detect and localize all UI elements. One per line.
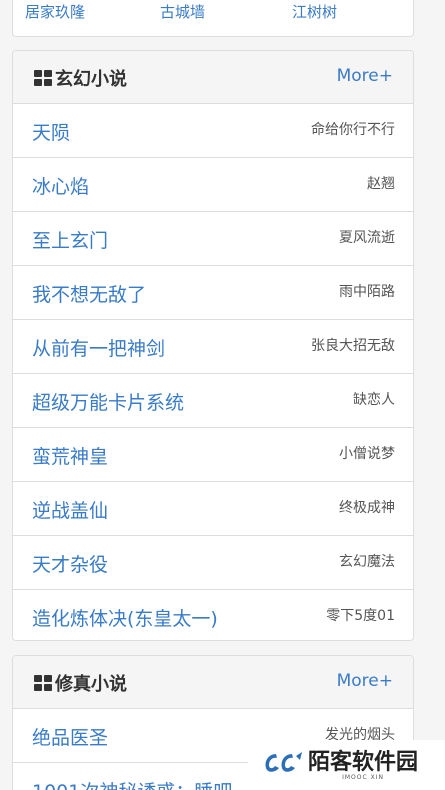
list-item[interactable]: 冰心焰 赵翘 <box>13 158 413 212</box>
list-item[interactable]: 我不想无敌了 雨中陌路 <box>13 266 413 320</box>
section-xuanhuan: 玄幻小说 More+ 天陨 命给你行不行 冰心焰 赵翘 至上玄门 夏风流逝 我不… <box>12 50 414 641</box>
book-author: 命给你行不行 <box>311 122 395 138</box>
book-author: 雨中陌路 <box>339 284 395 300</box>
list-item[interactable]: 蛮荒神皇 小僧说梦 <box>13 428 413 482</box>
list-item[interactable]: 至上玄门 夏风流逝 <box>13 212 413 266</box>
book-title-link[interactable]: 天才杂役 <box>32 550 108 577</box>
more-link[interactable]: More+ <box>337 671 393 691</box>
top-link-1[interactable]: 居家玖隆 <box>25 1 85 22</box>
book-title-link[interactable]: 1001次神秘诱惑：睡吧 <box>32 777 232 790</box>
top-link-2[interactable]: 古城墙 <box>160 1 205 22</box>
book-title-link[interactable]: 蛮荒神皇 <box>32 442 108 469</box>
section-title-text: 玄幻小说 <box>55 69 127 90</box>
section-header: 修真小说 More+ <box>13 656 413 709</box>
list-item[interactable]: 从前有一把神剑 张良大招无敌 <box>13 320 413 374</box>
book-author: 赵翘 <box>367 176 395 192</box>
book-title-link[interactable]: 逆战盖仙 <box>32 496 108 523</box>
book-title-link[interactable]: 至上玄门 <box>32 226 108 253</box>
list-item[interactable]: 天才杂役 玄幻魔法 <box>13 536 413 590</box>
grid-icon <box>34 675 52 691</box>
book-author: 缺恋人 <box>353 392 395 408</box>
watermark-text: 陌客软件园 IMOOC XIN <box>308 750 418 781</box>
list-item[interactable]: 造化炼体决(东皇太一) 零下5度01 <box>13 590 413 640</box>
book-title-link[interactable]: 造化炼体决(东皇太一) <box>32 604 218 631</box>
book-author: 玄幻魔法 <box>339 554 395 570</box>
watermark-subtitle: IMOOC XIN <box>342 773 384 781</box>
section-title-text: 修真小说 <box>55 674 127 695</box>
list-item[interactable]: 天陨 命给你行不行 <box>13 104 413 158</box>
book-author: 张良大招无敌 <box>311 338 395 354</box>
section-header: 玄幻小说 More+ <box>13 51 413 104</box>
watermark: 陌客软件园 IMOOC XIN <box>248 740 445 790</box>
top-links-row: 居家玖隆 古城墙 江树树 <box>13 1 413 21</box>
book-title-link[interactable]: 我不想无敌了 <box>32 280 146 307</box>
section-title: 修真小说 <box>34 670 127 696</box>
book-title-link[interactable]: 超级万能卡片系统 <box>32 388 184 415</box>
book-author: 夏风流逝 <box>339 230 395 246</box>
book-title-link[interactable]: 天陨 <box>32 118 70 145</box>
book-title-link[interactable]: 冰心焰 <box>32 172 89 199</box>
top-links-card: 居家玖隆 古城墙 江树树 <box>12 0 414 37</box>
top-link-3[interactable]: 江树树 <box>292 1 337 22</box>
book-author: 终极成神 <box>339 500 395 516</box>
book-author: 小僧说梦 <box>339 446 395 462</box>
section-title: 玄幻小说 <box>34 65 127 91</box>
list-item[interactable]: 超级万能卡片系统 缺恋人 <box>13 374 413 428</box>
book-author: 零下5度01 <box>326 608 395 624</box>
book-title-link[interactable]: 从前有一把神剑 <box>32 334 165 361</box>
watermark-logo-icon <box>265 752 302 772</box>
watermark-title: 陌客软件园 <box>308 748 419 775</box>
more-link[interactable]: More+ <box>337 66 393 86</box>
list-item[interactable]: 逆战盖仙 终极成神 <box>13 482 413 536</box>
grid-icon <box>34 70 52 86</box>
book-title-link[interactable]: 绝品医圣 <box>32 723 108 750</box>
